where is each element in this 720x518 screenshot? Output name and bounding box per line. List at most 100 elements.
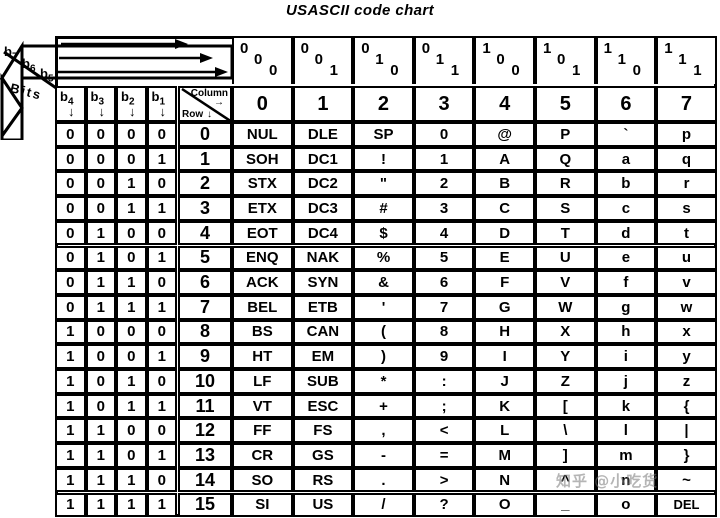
- cell-0-14: SO: [232, 467, 293, 493]
- cell-2-10: *: [353, 369, 414, 394]
- cell-0-13: CR: [232, 443, 293, 468]
- cell-3-15: ?: [413, 492, 475, 518]
- cell-5-12: \: [535, 418, 596, 444]
- row-bit-8-b4: 1: [55, 319, 86, 345]
- cell-6-2: b: [595, 171, 657, 197]
- row-bit-15-b2: 1: [116, 492, 147, 518]
- cell-4-11: K: [474, 393, 535, 419]
- column-bit-3-0: 0: [421, 40, 431, 57]
- row-bit-1-b4: 0: [55, 146, 86, 172]
- row-bit-7-b3: 1: [85, 294, 116, 320]
- cell-3-9: 9: [413, 344, 475, 369]
- row-bit-5-b2: 0: [116, 245, 147, 271]
- column-bit-2-1: 1: [375, 51, 384, 68]
- cell-6-5: e: [595, 245, 657, 271]
- row-bit-11-b4: 1: [55, 393, 86, 419]
- cell-0-1: SOH: [232, 146, 293, 172]
- cell-0-4: EOT: [232, 220, 293, 246]
- cell-3-5: 5: [413, 245, 475, 271]
- row-number-6: 6: [178, 270, 232, 295]
- cell-5-1: Q: [535, 146, 596, 172]
- cell-5-13: ]: [535, 443, 596, 468]
- column-bit-1-0: 0: [300, 40, 309, 57]
- cell-1-9: EM: [292, 344, 354, 369]
- row-bit-6-b2: 1: [116, 270, 147, 295]
- cell-4-14: N: [474, 467, 535, 493]
- cell-2-9: ): [353, 344, 414, 369]
- row-bit-10-b1: 0: [146, 369, 177, 394]
- cell-7-8: x: [656, 319, 717, 345]
- cell-0-8: BS: [232, 319, 293, 345]
- row-bit-15-b3: 1: [85, 492, 116, 518]
- bit-label-b7: b7: [4, 44, 18, 63]
- cell-5-8: X: [535, 319, 596, 345]
- row-number-13: 13: [178, 443, 232, 468]
- cell-4-1: A: [474, 146, 535, 172]
- row-bit-14-b4: 1: [55, 467, 86, 493]
- cell-6-11: k: [595, 393, 657, 419]
- bit-header-b2: b2 ↓: [116, 86, 147, 122]
- column-bit-1-2: 1: [329, 62, 338, 79]
- cell-2-14: .: [353, 467, 414, 493]
- cell-7-9: y: [656, 344, 717, 369]
- row-bit-14-b1: 0: [146, 467, 177, 493]
- row-number-14: 14: [178, 467, 232, 493]
- cell-6-10: j: [595, 369, 657, 394]
- cell-3-0: 0: [413, 122, 475, 147]
- cell-1-4: DC4: [292, 220, 354, 246]
- cell-3-3: 3: [413, 196, 475, 221]
- row-bit-13-b1: 1: [146, 443, 177, 468]
- cell-1-10: SUB: [292, 369, 354, 394]
- row-bit-8-b3: 0: [85, 319, 116, 345]
- column-bit-5-1: 0: [557, 51, 566, 68]
- row-number-11: 11: [178, 393, 232, 419]
- cell-5-5: U: [535, 245, 596, 271]
- row-bit-9-b1: 1: [146, 344, 177, 369]
- cell-6-4: d: [595, 220, 657, 246]
- cell-7-7: w: [656, 294, 717, 320]
- cell-0-6: ACK: [232, 270, 293, 295]
- cell-4-10: J: [474, 369, 535, 394]
- row-bit-4-b4: 0: [55, 220, 86, 246]
- column-header-3: 3: [413, 86, 475, 122]
- cell-1-15: US: [292, 492, 354, 518]
- cell-0-5: ENQ: [232, 245, 293, 271]
- row-axis-arrow: ↓: [207, 109, 212, 120]
- cell-3-10: :: [413, 369, 475, 394]
- cell-2-6: &: [353, 270, 414, 295]
- cell-6-3: c: [595, 196, 657, 221]
- row-bit-4-b2: 0: [116, 220, 147, 246]
- cell-2-7: ': [353, 294, 414, 320]
- bit-label-b6: b6: [22, 56, 36, 75]
- cell-4-13: M: [474, 443, 535, 468]
- cell-5-6: V: [535, 270, 596, 295]
- column-bit-pattern-3: 011: [413, 38, 475, 84]
- cell-1-11: ESC: [292, 393, 354, 419]
- column-bit-4-0: 1: [482, 40, 491, 57]
- row-bit-10-b3: 0: [85, 369, 116, 394]
- row-bit-9-b3: 0: [85, 344, 116, 369]
- row-number-8: 8: [178, 319, 232, 345]
- row-bit-2-b4: 0: [55, 171, 86, 197]
- column-bit-0-1: 0: [254, 51, 263, 68]
- row-number-4: 4: [178, 220, 232, 246]
- row-bit-9-b4: 1: [55, 344, 86, 369]
- row-number-15: 15: [178, 492, 232, 518]
- cell-6-8: h: [595, 319, 657, 345]
- row-bit-8-b1: 0: [146, 319, 177, 345]
- cell-1-6: SYN: [292, 270, 354, 295]
- row-bit-2-b3: 0: [85, 171, 116, 197]
- row-bit-3-b1: 1: [146, 196, 177, 221]
- row-bit-9-b2: 0: [116, 344, 147, 369]
- cell-5-10: Z: [535, 369, 596, 394]
- cell-4-0: @: [474, 122, 535, 147]
- column-bit-pattern-5: 101: [535, 38, 596, 84]
- cell-7-4: t: [656, 220, 717, 246]
- cell-7-6: v: [656, 270, 717, 295]
- row-bit-13-b4: 1: [55, 443, 86, 468]
- row-bit-10-b4: 1: [55, 369, 86, 394]
- column-header-5: 5: [535, 86, 596, 122]
- row-bit-15-b1: 1: [146, 492, 177, 518]
- row-bit-6-b4: 0: [55, 270, 86, 295]
- cell-7-13: }: [656, 443, 717, 468]
